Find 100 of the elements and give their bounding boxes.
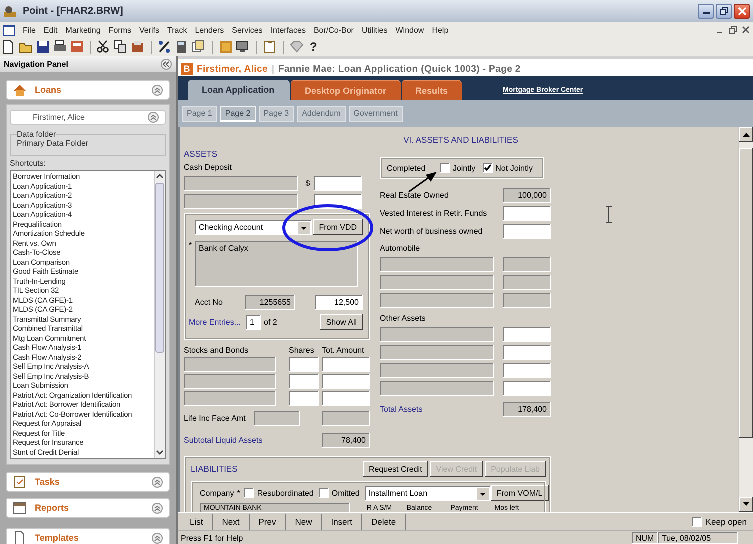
close-button[interactable] <box>734 4 750 18</box>
menu-item[interactable]: Bor/Co-Bor <box>310 26 358 34</box>
checkbox[interactable] <box>318 488 329 498</box>
checkbox-label: Not Jointly <box>496 164 533 172</box>
documents-icon[interactable] <box>192 40 206 54</box>
text-field[interactable] <box>503 206 551 221</box>
more-entries-link[interactable]: More Entries... <box>189 318 242 326</box>
checkbox[interactable] <box>482 163 493 173</box>
text-field[interactable] <box>503 327 551 342</box>
text-field[interactable] <box>322 374 370 389</box>
monitor-icon[interactable] <box>236 40 250 54</box>
folder-name: Primary Data Folder <box>17 139 90 148</box>
window-title: Point - [FHAR2.BRW] <box>23 6 124 16</box>
section-title: VI. ASSETS AND LIABILITIES <box>402 135 520 145</box>
currency-label: $ <box>304 179 312 188</box>
account-type-dropdown[interactable]: Checking Account <box>195 220 312 234</box>
menu-item[interactable]: Services <box>228 26 267 34</box>
copy-icon[interactable] <box>114 40 128 54</box>
house-icon <box>13 84 27 96</box>
entry-field[interactable]: 1 <box>246 314 262 330</box>
status-indicator: NUM <box>632 532 658 544</box>
section-header[interactable]: Loans <box>6 80 170 100</box>
scroll-thumb[interactable] <box>155 183 165 353</box>
scissors-icon[interactable] <box>97 40 111 54</box>
menu-item[interactable]: Track <box>164 26 192 34</box>
menu-item[interactable]: File <box>19 26 40 34</box>
text-field[interactable] <box>289 391 319 406</box>
page-tab[interactable]: Addendum <box>297 106 346 122</box>
app-icon <box>3 4 17 18</box>
menu-item[interactable]: Marketing <box>62 26 105 34</box>
field-label: Vested Interest in Retir. Funds <box>380 209 488 218</box>
required-mark: * <box>237 488 240 498</box>
scroll-up-button[interactable] <box>739 127 753 142</box>
section-header[interactable]: Templates <box>6 528 170 544</box>
close-icon <box>738 6 746 16</box>
restore-button[interactable] <box>729 26 737 34</box>
text-field[interactable]: 12,500 <box>315 295 363 310</box>
status-date: Tue, 08/02/05 <box>658 532 738 544</box>
checkbox[interactable] <box>692 517 702 527</box>
read-only-field <box>503 275 551 290</box>
minimize-button[interactable] <box>698 4 714 18</box>
menu-item[interactable]: Verifs <box>135 26 164 34</box>
menu-item[interactable]: Utilities <box>358 26 392 34</box>
loan-type-dropdown[interactable]: Installment Loan <box>364 486 491 500</box>
scroll-down-button[interactable] <box>739 497 753 512</box>
chevron-icon[interactable] <box>148 112 159 124</box>
chevron-icon[interactable] <box>152 502 163 514</box>
menu-item[interactable]: Forms <box>104 26 136 34</box>
box-icon[interactable] <box>131 40 145 54</box>
chevron-icon[interactable] <box>152 532 163 544</box>
field-label: Life Inc Face Amt <box>184 414 247 423</box>
section-header[interactable]: Reports <box>6 498 170 518</box>
institution-field[interactable]: Bank of Calyx <box>195 241 358 287</box>
page-tab[interactable]: Page 2 <box>220 106 256 122</box>
scroll-down-icon <box>742 502 750 507</box>
menu-item[interactable]: Window <box>392 26 428 34</box>
tab[interactable]: Loan Application <box>188 80 290 100</box>
scroll-up-icon[interactable] <box>155 172 165 181</box>
form-title: Fannie Mae: Loan Application (Quick 1003) - Page 2 <box>278 64 521 74</box>
menu-item[interactable]: Edit <box>40 26 62 34</box>
text-field[interactable] <box>503 345 551 360</box>
collapse-button[interactable] <box>161 58 172 70</box>
field-label: Completed <box>387 164 427 172</box>
menu-item[interactable]: Lenders <box>191 26 228 34</box>
checkbox[interactable] <box>440 163 450 173</box>
chevron-icon[interactable] <box>152 84 163 96</box>
text-field[interactable] <box>289 357 319 372</box>
restore-button[interactable] <box>716 4 732 18</box>
text-field[interactable] <box>503 224 551 239</box>
text-field[interactable] <box>322 391 370 406</box>
help-button[interactable]: ? <box>307 40 320 54</box>
show-all-button[interactable]: Show All <box>320 314 363 330</box>
text-field[interactable] <box>503 363 551 378</box>
from-vdd-button[interactable]: From VDD <box>313 219 363 235</box>
clipboard-icon[interactable] <box>263 40 277 54</box>
field-label: Other Assets <box>380 314 427 324</box>
percent-icon[interactable] <box>158 40 172 54</box>
close-button[interactable] <box>742 26 750 34</box>
menu-item[interactable]: Interfaces <box>266 26 310 34</box>
borrower-header[interactable]: Firstimer, Alice <box>10 110 166 126</box>
record-badge: B <box>181 63 193 75</box>
section-label: Tasks <box>35 477 61 487</box>
field-label: Automobile <box>380 244 422 254</box>
chevron-icon[interactable] <box>152 476 163 488</box>
page-tab[interactable]: Page 3 <box>258 106 294 122</box>
text-field[interactable] <box>314 176 362 191</box>
calculator-icon[interactable] <box>175 40 189 54</box>
menu-item[interactable]: Help <box>428 26 453 34</box>
text-field[interactable] <box>289 374 319 389</box>
text-field[interactable] <box>322 357 370 372</box>
checkbox[interactable] <box>244 488 254 498</box>
checkbox-label: Jointly <box>452 164 476 172</box>
action-button[interactable]: Request Credit <box>362 461 428 477</box>
subtotal-label: Subtotal Liquid Assets <box>184 436 264 445</box>
text-field[interactable] <box>503 381 551 396</box>
real-estate-field: 100,000 <box>503 188 551 203</box>
from-vom-button[interactable]: From VOM/L <box>490 485 549 501</box>
section-header[interactable]: Tasks <box>6 472 170 492</box>
scroll-down-icon[interactable] <box>155 448 165 457</box>
read-only-field <box>322 411 370 426</box>
